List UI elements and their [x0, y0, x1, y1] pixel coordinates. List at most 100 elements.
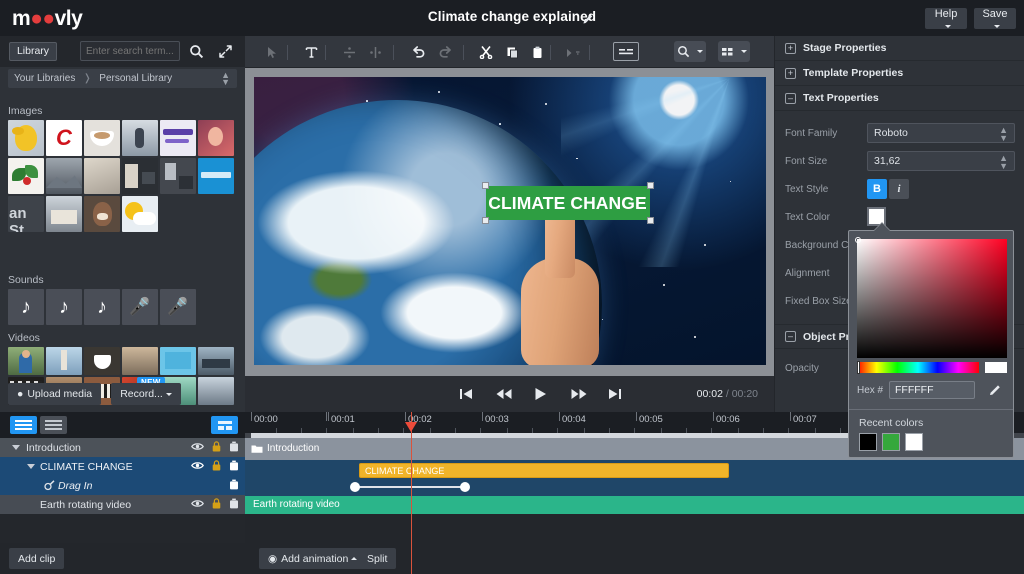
track-row-introduction[interactable]: Introduction	[0, 438, 245, 457]
grid-view-dropdown[interactable]	[718, 41, 750, 62]
accordion-text-properties[interactable]: – Text Properties	[775, 86, 1024, 111]
video-thumbnail[interactable]	[160, 347, 196, 375]
eyedropper-icon[interactable]	[987, 382, 1003, 398]
thumbnail[interactable]	[198, 120, 234, 156]
color-picker-popup[interactable]: Hex # Recent colors	[848, 230, 1014, 458]
italic-button[interactable]: i	[889, 179, 909, 199]
search-input[interactable]	[80, 41, 180, 61]
playhead[interactable]	[411, 412, 412, 574]
video-thumbnail[interactable]	[84, 347, 120, 375]
resize-handle[interactable]	[647, 217, 654, 224]
delete-icon[interactable]	[229, 460, 239, 471]
lane-earth-rotating-video[interactable]: Earth rotating video	[245, 496, 1024, 514]
sound-music-note[interactable]: ♪	[84, 289, 120, 325]
undo-icon[interactable]	[408, 42, 428, 62]
sound-music-note[interactable]: ♪	[46, 289, 82, 325]
lane-text-object[interactable]: CLIMATE CHANGE	[245, 460, 1024, 496]
thumbnail[interactable]	[160, 158, 196, 194]
animation-end-handle[interactable]	[460, 482, 470, 492]
thumbnail[interactable]	[84, 158, 120, 194]
hex-input[interactable]	[889, 381, 975, 399]
video-canvas[interactable]: CLIMATE CHANGE	[254, 77, 766, 365]
lock-icon[interactable]	[212, 441, 221, 452]
delete-icon[interactable]	[229, 441, 239, 452]
edit-title-pencil-icon[interactable]	[581, 12, 595, 26]
recent-color-swatch[interactable]	[859, 433, 877, 451]
video-thumbnail[interactable]	[198, 347, 234, 375]
sound-microphone[interactable]: 🎤	[160, 289, 196, 325]
save-button[interactable]: Save	[974, 8, 1016, 29]
eye-icon[interactable]	[191, 442, 204, 451]
thumbnail[interactable]	[122, 120, 158, 156]
arrange-icon[interactable]	[563, 42, 583, 62]
eye-icon[interactable]	[191, 499, 204, 508]
animation-start-handle[interactable]	[350, 482, 360, 492]
redo-icon[interactable]	[435, 42, 455, 62]
recent-color-swatch[interactable]	[882, 433, 900, 451]
resize-handle[interactable]	[647, 182, 654, 189]
thumbnail[interactable]: C	[46, 120, 82, 156]
bold-button[interactable]: B	[867, 179, 887, 199]
video-thumbnail[interactable]	[46, 347, 82, 375]
track-row-earth-rotating-video[interactable]: Earth rotating video	[0, 495, 245, 514]
thumbnail[interactable]	[84, 196, 120, 232]
expand-icon[interactable]	[218, 44, 233, 59]
align-vertical-icon[interactable]	[339, 42, 359, 62]
eye-icon[interactable]	[191, 461, 204, 470]
video-thumbnail[interactable]	[8, 347, 44, 375]
accordion-template-properties[interactable]: + Template Properties	[775, 61, 1024, 86]
thumbnail[interactable]	[8, 158, 44, 194]
subtitle-icon[interactable]	[613, 42, 639, 61]
paste-icon[interactable]	[527, 42, 547, 62]
breadcrumb-current[interactable]: Personal Library	[99, 73, 172, 84]
saturation-value-gradient[interactable]	[857, 239, 1007, 358]
thumbnail[interactable]	[46, 158, 82, 194]
thumbnail[interactable]	[46, 196, 82, 232]
delete-icon[interactable]	[229, 479, 239, 490]
color-cursor[interactable]	[855, 237, 861, 243]
text-tool-icon[interactable]	[301, 42, 321, 62]
zoom-dropdown[interactable]	[674, 41, 706, 62]
track-row-drag-in[interactable]: Drag In	[0, 476, 245, 495]
hue-knob[interactable]	[857, 361, 860, 374]
view-mode-list-button[interactable]	[10, 416, 37, 434]
thumbnail[interactable]	[122, 158, 158, 194]
rewind-button[interactable]	[496, 385, 512, 403]
thumbnail[interactable]	[160, 120, 196, 156]
video-thumbnail[interactable]	[122, 347, 158, 375]
font-family-select[interactable]: Roboto ▲▼	[867, 123, 1015, 143]
thumbnail[interactable]: an St	[8, 196, 44, 232]
video-thumbnail[interactable]	[198, 377, 234, 405]
resize-handle[interactable]	[482, 217, 489, 224]
font-size-input[interactable]: 31,62 ▲▼	[867, 151, 1015, 171]
split-button[interactable]: Split	[358, 548, 396, 569]
clip-climate-change[interactable]: CLIMATE CHANGE	[359, 463, 729, 478]
breadcrumb-select[interactable]: Your Libraries ❭ Personal Library ▲▼	[8, 69, 237, 88]
recent-color-swatch[interactable]	[905, 433, 923, 451]
skip-start-button[interactable]	[459, 385, 473, 403]
lock-icon[interactable]	[212, 460, 221, 471]
zoom-fit-button[interactable]	[211, 416, 238, 434]
spinner-icon[interactable]: ▲▼	[221, 72, 230, 86]
skip-end-button[interactable]	[608, 385, 622, 403]
record-button[interactable]: Record...	[111, 383, 181, 405]
resize-handle[interactable]	[482, 182, 489, 189]
spinner-icon[interactable]: ▲▼	[999, 126, 1008, 142]
search-icon[interactable]	[189, 44, 204, 59]
help-button[interactable]: Help	[925, 8, 967, 29]
hue-slider[interactable]	[857, 362, 979, 373]
align-horizontal-icon[interactable]	[365, 42, 385, 62]
playhead-marker[interactable]	[405, 422, 417, 432]
delete-icon[interactable]	[229, 498, 239, 509]
fast-forward-button[interactable]	[571, 385, 587, 403]
breadcrumb-root[interactable]: Your Libraries	[14, 73, 75, 84]
cut-icon[interactable]	[476, 42, 496, 62]
copy-icon[interactable]	[502, 42, 522, 62]
animation-range[interactable]	[355, 486, 465, 488]
upload-media-button[interactable]: ●Upload media	[8, 383, 101, 405]
thumbnail[interactable]	[8, 120, 44, 156]
view-mode-compact-button[interactable]	[40, 416, 67, 434]
thumbnail[interactable]	[198, 158, 234, 194]
sound-music-note[interactable]: ♪	[8, 289, 44, 325]
thumbnail[interactable]	[122, 196, 158, 232]
